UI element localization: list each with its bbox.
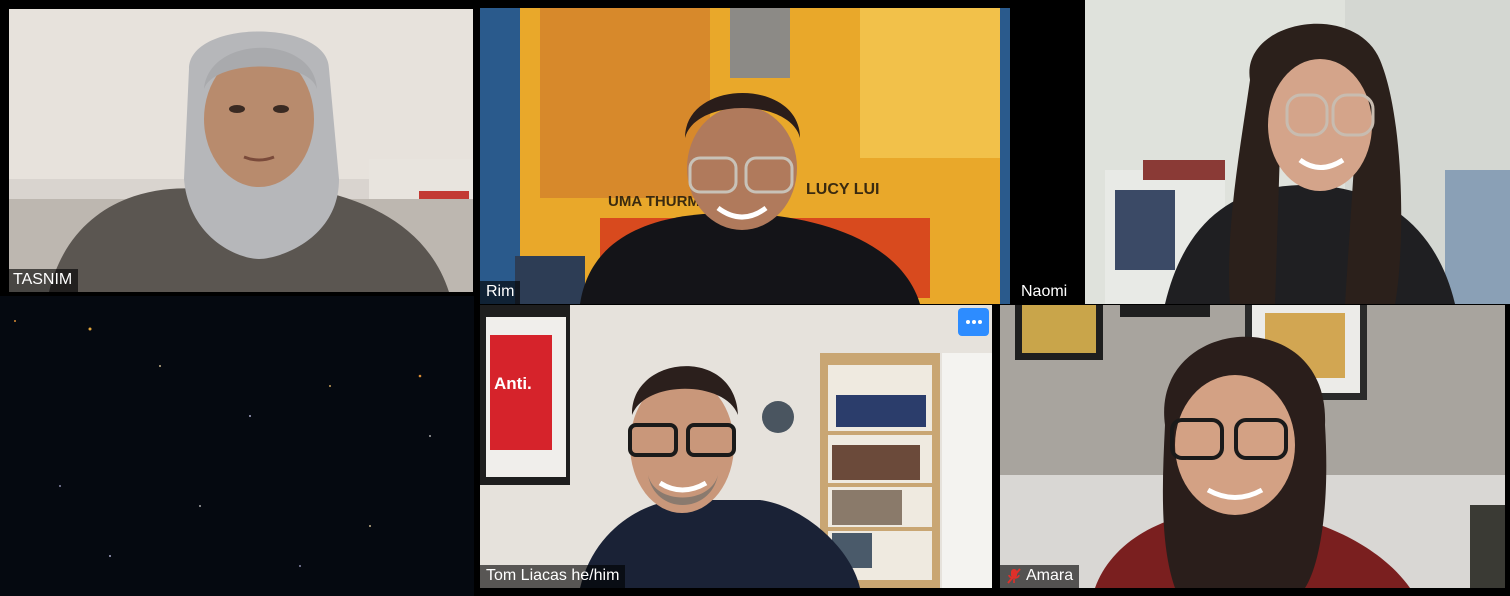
video-feed: [1015, 0, 1510, 304]
participant-name: TASNIM: [13, 271, 73, 288]
participant-name: Rim: [486, 283, 515, 300]
video-feed: [9, 9, 473, 292]
video-tile-rim[interactable]: UMA THURM LUCY LUI Rim: [480, 8, 1010, 304]
participant-name-label: Rim: [480, 281, 521, 304]
more-options-icon: [965, 320, 982, 324]
participant-name-label: Tom Liacas he/him: [480, 565, 626, 588]
video-feed: UMA THURM LUCY LUI: [480, 8, 1010, 304]
video-tile-background-only: [0, 296, 474, 596]
wall-sign-text: Anti.: [494, 374, 532, 393]
more-options-button[interactable]: [958, 308, 989, 336]
video-tile-amara[interactable]: Amara: [1000, 305, 1505, 588]
starfield-background: [0, 296, 474, 596]
video-feed: [1000, 305, 1505, 588]
participant-name-label: TASNIM: [9, 269, 79, 292]
participant-name: Naomi: [1021, 283, 1068, 300]
muted-mic-icon: [1006, 567, 1022, 585]
participant-name: Tom Liacas he/him: [486, 567, 620, 584]
participant-name-label: Amara: [1000, 565, 1080, 588]
poster-text-right: LUCY LUI: [806, 181, 879, 198]
video-tile-tasnim[interactable]: TASNIM: [9, 9, 473, 292]
poster-text-left: UMA THURM: [608, 193, 700, 210]
video-feed: Anti.: [480, 305, 992, 588]
participant-name: Amara: [1026, 567, 1074, 584]
video-tile-tom[interactable]: Anti. Tom Liacas he/him: [480, 305, 992, 588]
participant-name-label: Naomi: [1015, 281, 1074, 304]
video-tile-naomi[interactable]: Naomi: [1015, 0, 1510, 304]
gallery-view: TASNIM UMA THURM LUCY LUI Rim Naomi Anti…: [0, 0, 1510, 596]
